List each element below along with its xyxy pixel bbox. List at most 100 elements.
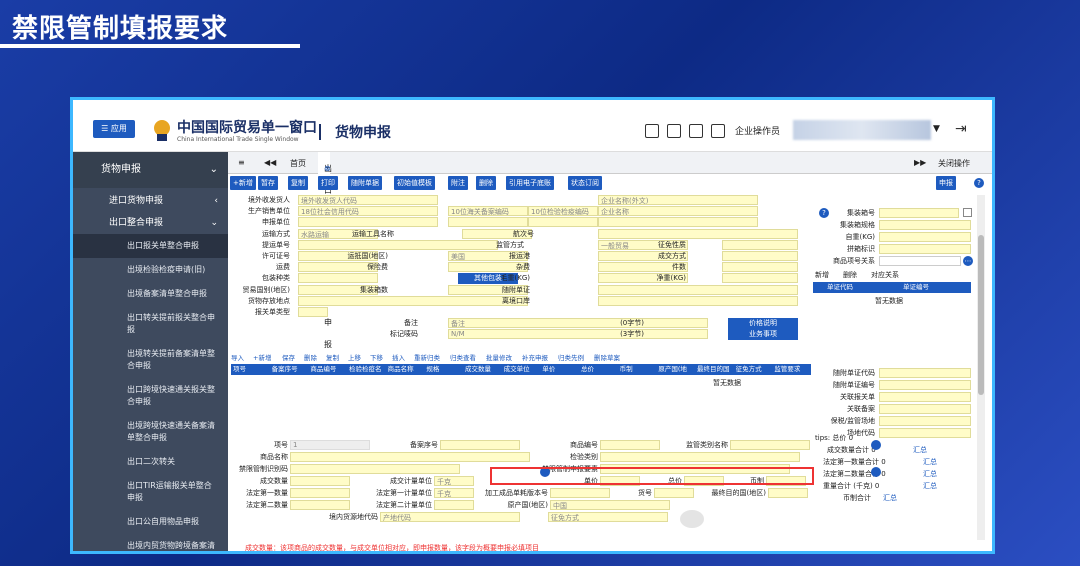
sidebar-head[interactable]: 货物申报 ⌄ (73, 152, 228, 188)
goods-toolbar-button[interactable]: 归类查看 (450, 352, 476, 362)
attach-doc-input[interactable] (879, 428, 971, 438)
form-button[interactable]: 价格说明 (728, 318, 798, 330)
tab-active[interactable]: 出口报关单整合申报 ⊗ (318, 152, 332, 349)
goods-toolbar-button[interactable]: 复制 (326, 352, 339, 362)
detail-input[interactable] (654, 488, 694, 498)
attach-doc-input[interactable] (879, 416, 971, 426)
menu-button[interactable]: ☰ 应用 (93, 120, 135, 138)
doc-add-button[interactable]: 新增 (815, 270, 829, 280)
help-icon[interactable]: ? (819, 208, 829, 218)
detail-input[interactable]: 产地代码 (380, 512, 520, 522)
detail-input[interactable]: 千克 (434, 488, 474, 498)
sidebar-item[interactable]: 出境转关提前备案清单整合申报 (73, 342, 228, 378)
goods-toolbar-button[interactable]: 删除草案 (594, 352, 620, 362)
form-input[interactable] (722, 273, 798, 284)
attach-doc-input[interactable] (879, 404, 971, 414)
more-icon[interactable]: ⋯ (963, 256, 973, 266)
message-icon[interactable] (645, 124, 659, 138)
goods-toolbar-button[interactable]: 删除 (304, 352, 317, 362)
form-input[interactable] (722, 239, 798, 250)
detail-input[interactable] (730, 440, 810, 450)
form-input[interactable] (298, 307, 328, 317)
form-input[interactable]: N/M (448, 329, 708, 340)
toolbar-button-save-draft[interactable]: 暂存 (258, 176, 278, 190)
detail-input[interactable] (290, 464, 460, 474)
tare-weight-input[interactable] (879, 232, 971, 242)
checkbox[interactable] (963, 208, 972, 217)
detail-input[interactable] (600, 452, 800, 462)
form-input[interactable]: 18位社会信用代码 (298, 206, 438, 217)
form-input[interactable] (598, 217, 758, 228)
form-input[interactable]: 10位检验检疫编码 (528, 206, 598, 217)
goods-toolbar-button[interactable]: 导入 (231, 352, 244, 362)
more-icon[interactable] (871, 467, 881, 477)
user-caret-icon[interactable]: ▼ (933, 124, 940, 134)
sum-button[interactable]: 汇总 (883, 493, 897, 503)
detail-input[interactable] (290, 452, 530, 462)
sidebar-item[interactable]: 出境跨境快速通关备案清单整合申报 (73, 414, 228, 450)
sidebar-item[interactable]: 出境备案清单整合申报 (73, 282, 228, 306)
detail-input[interactable] (768, 488, 808, 498)
sidebar-sub-import[interactable]: 进口货物申报 ‹ (73, 190, 228, 212)
detail-input[interactable]: 征免方式 (548, 512, 668, 522)
form-button[interactable]: 业务事项 (728, 329, 798, 341)
container-no-input[interactable] (879, 208, 959, 218)
goods-toolbar-button[interactable]: 归类先例 (558, 352, 584, 362)
forward-icon[interactable]: ▶▶ (914, 158, 926, 167)
detail-input[interactable] (600, 440, 660, 450)
scrollbar-thumb[interactable] (978, 235, 984, 395)
goods-toolbar-button[interactable]: 上移 (348, 352, 361, 362)
toolbar-button-ref-account[interactable]: 引用电子底账 (506, 176, 554, 190)
detail-input[interactable] (290, 500, 350, 510)
form-input[interactable] (598, 295, 798, 306)
detail-input[interactable]: 中国 (550, 500, 670, 510)
scrollbar[interactable] (977, 195, 985, 540)
toolbar-button-template[interactable]: 初始值模板 (394, 176, 435, 190)
sum-button[interactable]: 汇总 (923, 481, 937, 491)
detail-input[interactable] (440, 440, 520, 450)
attach-doc-input[interactable] (879, 380, 971, 390)
container-spec-input[interactable] (879, 220, 971, 230)
mobile-icon[interactable] (711, 124, 725, 138)
toolbar-button-delete[interactable]: 删除 (476, 176, 496, 190)
goods-toolbar-button[interactable]: 下移 (370, 352, 383, 362)
attach-doc-input[interactable] (879, 368, 971, 378)
detail-input[interactable] (434, 500, 474, 510)
sum-button[interactable]: 汇总 (923, 457, 937, 467)
sidebar-item[interactable]: 出口二次转关 (73, 450, 228, 474)
goods-toolbar-button[interactable]: 批量修改 (486, 352, 512, 362)
sidebar-item[interactable]: 出口公自用物品申报 (73, 510, 228, 534)
mail-icon[interactable] (667, 124, 681, 138)
back-icon[interactable]: ◀◀ (264, 158, 276, 167)
logout-icon[interactable]: ⇥ (955, 121, 967, 137)
sidebar-item[interactable]: 出境检验检疫申请(旧) (73, 258, 228, 282)
doc-delete-button[interactable]: 删除 (843, 270, 857, 280)
sum-button[interactable]: 汇总 (913, 445, 927, 455)
form-input[interactable] (722, 251, 798, 261)
goods-toolbar-button[interactable]: 补充申报 (522, 352, 548, 362)
tab-home[interactable]: 首页 (290, 158, 306, 169)
sidebar-sub-export[interactable]: 出口整合申报 ⌄ (73, 212, 228, 234)
form-input[interactable] (598, 228, 798, 239)
sidebar-item[interactable]: 出口跨境快速通关报关整合申报 (73, 378, 228, 414)
sidebar-item[interactable]: 出口转关提前报关整合申报 (73, 306, 228, 342)
detail-input[interactable] (290, 488, 350, 498)
toolbar-button-attachments[interactable]: 随附单据 (348, 176, 382, 190)
form-input[interactable] (722, 262, 798, 273)
toolbar-button-subscribe[interactable]: 状态订阅 (568, 176, 602, 190)
sidebar-item[interactable]: 出境内贸货物跨境备案清单及运输联系单 (73, 534, 228, 551)
toolbar-button-copy[interactable]: 复制 (288, 176, 308, 190)
item-relation-input[interactable] (879, 256, 961, 266)
attach-doc-input[interactable] (879, 392, 971, 402)
form-input[interactable]: 企业名称 (598, 206, 758, 217)
declare-button[interactable]: 申报 (936, 176, 956, 190)
detail-input[interactable] (290, 476, 350, 486)
goods-toolbar-button[interactable]: 插入 (392, 352, 405, 362)
sidebar-item[interactable]: 出口TIR运输报关单整合申报 (73, 474, 228, 510)
user-name-blurred[interactable] (793, 120, 931, 140)
doc-relation-button[interactable]: 对应关系 (871, 270, 899, 280)
lcl-flag-input[interactable] (879, 244, 971, 254)
sidebar-item[interactable]: 出口报关单整合申报 (73, 234, 228, 258)
toolbar-button-note[interactable]: 附注 (448, 176, 468, 190)
form-input[interactable]: 境外收发货人代码 (298, 195, 438, 205)
